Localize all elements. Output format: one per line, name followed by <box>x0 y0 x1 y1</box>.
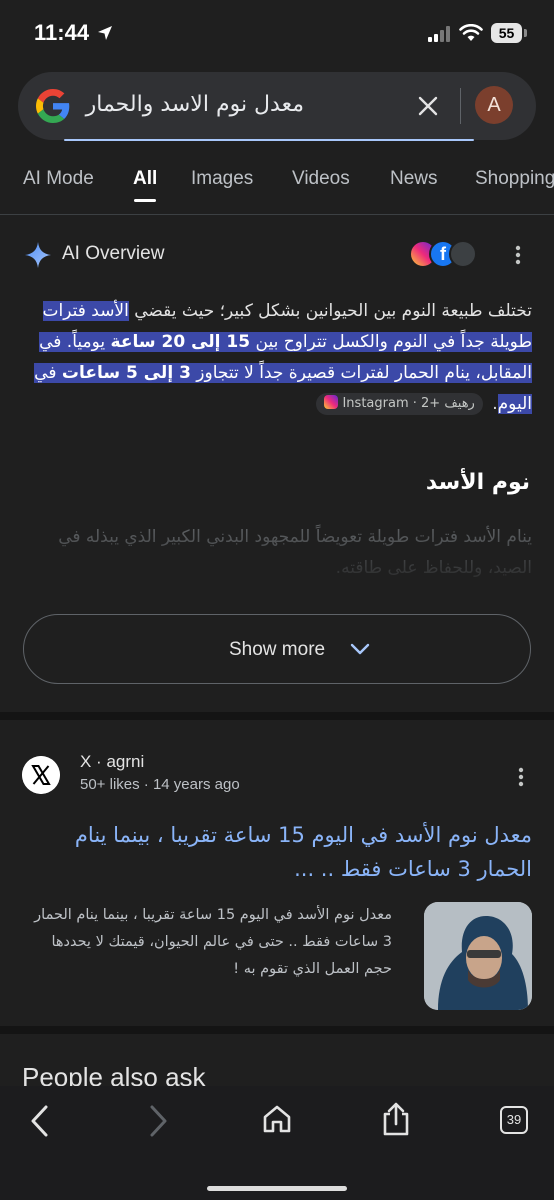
person-photo-icon <box>424 902 532 1010</box>
ai-overview-text: تختلف طبيعة النوم بين الحيوانين بشكل كبي… <box>24 296 532 420</box>
page: 11:44 55 معدل نوم الاسد والحمار A AI Mod… <box>0 0 554 1200</box>
battery-nub <box>524 29 527 37</box>
result-snippet: معدل نوم الأسد في اليوم 15 ساعة تقريبا ،… <box>34 907 392 977</box>
battery-indicator: 55 <box>491 23 522 43</box>
tab-videos[interactable]: Videos <box>292 168 350 190</box>
ai-text-end: . <box>486 394 498 414</box>
ai-overview-title: AI Overview <box>62 243 165 264</box>
source-icons[interactable]: f <box>409 240 483 270</box>
ai-sparkle-icon <box>25 242 51 268</box>
section-separator <box>0 1026 554 1034</box>
active-tab-indicator <box>134 199 156 202</box>
tab-all[interactable]: All <box>133 168 157 190</box>
more-vert-icon[interactable] <box>511 244 525 266</box>
section-separator <box>0 712 554 720</box>
result-source[interactable]: X · agrni <box>80 752 144 772</box>
x-logo-icon <box>22 756 60 794</box>
tab-news[interactable]: News <box>390 168 438 190</box>
search-divider <box>460 88 461 124</box>
ai-subtext: ينام الأسد فترات طويلة تعويضاً للمجهود ا… <box>58 527 532 578</box>
cell-signal-icon <box>428 26 450 42</box>
tab-images[interactable]: Images <box>191 168 253 190</box>
chip-source: Instagram <box>342 396 409 411</box>
ai-text-hl-bold-2: 3 إلى 5 ساعات <box>61 363 191 383</box>
tab-ai-mode[interactable]: AI Mode <box>23 168 94 190</box>
location-arrow-icon <box>98 26 112 40</box>
clear-icon[interactable] <box>417 95 439 117</box>
result-thumbnail[interactable] <box>424 902 532 1010</box>
back-icon[interactable] <box>28 1104 52 1138</box>
search-tabs: AI Mode All Images Videos News Shopping <box>0 164 554 216</box>
tabs-count-button[interactable]: 39 <box>500 1106 528 1134</box>
show-more-button[interactable]: Show more <box>23 614 531 684</box>
result-meta: 50+ likes · 14 years ago <box>80 776 240 793</box>
share-icon[interactable] <box>381 1101 411 1137</box>
tabs-divider <box>0 214 554 215</box>
status-time: 11:44 <box>34 20 90 45</box>
search-underline <box>64 139 474 141</box>
google-g-icon <box>36 89 70 123</box>
ai-text-hl-bold-1: 15 إلى 20 ساعة <box>110 332 251 352</box>
chevron-down-icon <box>350 643 370 655</box>
result-title-link[interactable]: معدل نوم الأسد في اليوم 15 ساعة تقريبا ،… <box>22 818 532 886</box>
show-more-label: Show more <box>229 639 326 660</box>
ai-text-plain: تختلف طبيعة النوم بين الحيوانين بشكل كبي… <box>128 301 532 321</box>
instagram-icon <box>324 395 339 409</box>
forward-icon[interactable] <box>146 1104 170 1138</box>
source-chip[interactable]: Instagram · رهيف +2 <box>316 393 483 415</box>
home-indicator <box>207 1186 347 1191</box>
ai-subheading: نوم الأسد <box>425 470 530 495</box>
wifi-icon <box>459 24 483 41</box>
tab-shopping[interactable]: Shopping <box>475 168 554 190</box>
chip-more: · رهيف +2 <box>412 396 475 411</box>
search-input[interactable]: معدل نوم الاسد والحمار <box>84 88 304 122</box>
status-bar: 11:44 55 <box>0 0 554 64</box>
home-icon[interactable] <box>262 1104 292 1134</box>
source-avatar-icon <box>449 240 477 268</box>
more-vert-icon[interactable] <box>514 766 528 788</box>
avatar[interactable]: A <box>475 86 513 124</box>
